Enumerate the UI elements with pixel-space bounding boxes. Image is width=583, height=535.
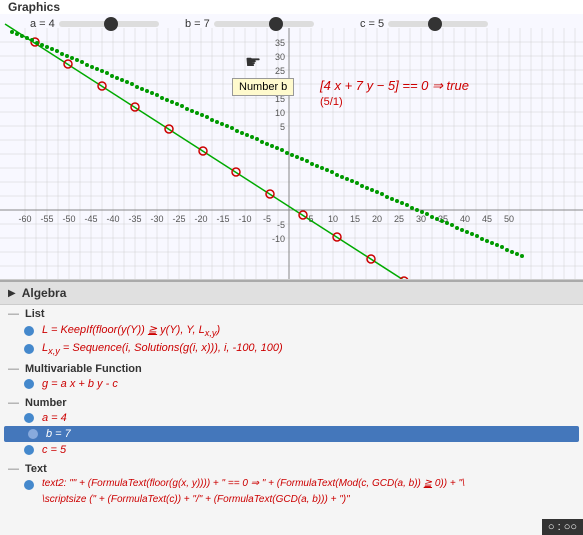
section-title-list: List: [25, 308, 45, 320]
svg-text:-25: -25: [172, 214, 185, 224]
expand-icon: ▶: [8, 288, 16, 299]
svg-text:30: 30: [275, 52, 285, 62]
section-title-number: Number: [25, 397, 67, 409]
svg-text:-15: -15: [216, 214, 229, 224]
svg-text:-10: -10: [238, 214, 251, 224]
section-dash-list: —: [8, 308, 19, 320]
svg-text:35: 35: [275, 38, 285, 48]
item-dot-mv-1: [24, 379, 34, 389]
slider-a-label: a = 4: [30, 18, 55, 30]
section-header-list: — List: [0, 307, 583, 321]
list-item-2[interactable]: Lx,y = Sequence(i, Solutions(g(i, x))), …: [0, 340, 583, 358]
item-dot-text-1: [24, 480, 34, 490]
svg-text:-40: -40: [106, 214, 119, 224]
text-item-1[interactable]: text2: "" + (FormulaText(floor(g(x, y)))…: [0, 476, 583, 492]
number-item-c[interactable]: c = 5: [0, 442, 583, 458]
svg-text:-60: -60: [18, 214, 31, 224]
svg-text:-55: -55: [40, 214, 53, 224]
svg-text:45: 45: [482, 214, 492, 224]
algebra-panel: ▶ Algebra — List L = KeepIf(floor(y(Y)) …: [0, 280, 583, 535]
list-item-1-text: L = KeepIf(floor(y(Y)) ≧ y(Y), Y, Lx,y): [42, 323, 220, 338]
item-dot-b: [28, 429, 38, 439]
text-item-2[interactable]: \scriptsize (" + (FormulaText(c)) + "/" …: [0, 492, 583, 507]
multivariable-item-1[interactable]: g = a x + b y - c: [0, 376, 583, 392]
item-dot-2: [24, 344, 34, 354]
number-item-b[interactable]: b = 7: [4, 426, 579, 442]
text-item-1-text: text2: "" + (FormulaText(floor(g(x, y)))…: [42, 478, 465, 489]
graphics-panel: Graphics: [0, 0, 583, 280]
svg-text:-10: -10: [272, 234, 285, 244]
svg-text:40: 40: [460, 214, 470, 224]
svg-text:-5: -5: [263, 214, 271, 224]
number-item-b-text: b = 7: [46, 428, 71, 440]
slider-c-track[interactable]: [388, 21, 488, 27]
svg-text:10: 10: [328, 214, 338, 224]
graphics-title: Graphics: [8, 0, 60, 14]
svg-text:10: 10: [275, 108, 285, 118]
svg-text:-45: -45: [84, 214, 97, 224]
slider-c-thumb[interactable]: [428, 17, 442, 31]
slider-b-label: b = 7: [185, 18, 210, 30]
number-item-c-text: c = 5: [42, 444, 66, 456]
slider-a-track[interactable]: [59, 21, 159, 27]
cursor-icon: ☛: [245, 52, 261, 73]
svg-text:-20: -20: [194, 214, 207, 224]
section-dash-number: —: [8, 397, 19, 409]
bottom-bar-text: ○ : ○○: [548, 521, 577, 533]
slider-b[interactable]: b = 7: [185, 18, 314, 30]
svg-text:30: 30: [416, 214, 426, 224]
svg-text:20: 20: [372, 214, 382, 224]
section-multivariable: — Multivariable Function g = a x + b y -…: [0, 360, 583, 394]
svg-text:25: 25: [275, 66, 285, 76]
tooltip: Number b: [232, 78, 294, 96]
svg-text:-5: -5: [277, 220, 285, 230]
svg-text:-50: -50: [62, 214, 75, 224]
svg-text:25: 25: [394, 214, 404, 224]
slider-b-track[interactable]: [214, 21, 314, 27]
item-dot-a: [24, 413, 34, 423]
section-header-multivariable: — Multivariable Function: [0, 362, 583, 376]
section-number: — Number a = 4 b = 7 c = 5: [0, 394, 583, 460]
section-title-text: Text: [25, 463, 47, 475]
algebra-title: Algebra: [22, 286, 67, 300]
slider-c[interactable]: c = 5: [360, 18, 488, 30]
slider-b-thumb[interactable]: [269, 17, 283, 31]
section-title-multivariable: Multivariable Function: [25, 363, 142, 375]
section-dash-text: —: [8, 463, 19, 475]
equation-sub: (5/1): [320, 96, 343, 108]
svg-text:15: 15: [350, 214, 360, 224]
equation-display: [4 x + 7 y − 5] == 0 ⇒ true: [320, 78, 469, 94]
number-item-a[interactable]: a = 4: [0, 410, 583, 426]
item-dot-1: [24, 326, 34, 336]
graph-svg: -60 -55 -50 -45 -40 -35 -30 -25 -20 -15 …: [0, 14, 583, 280]
multivariable-item-1-text: g = a x + b y - c: [42, 378, 118, 390]
section-header-number: — Number: [0, 396, 583, 410]
section-header-text: — Text: [0, 462, 583, 476]
slider-a-thumb[interactable]: [104, 17, 118, 31]
list-item-1[interactable]: L = KeepIf(floor(y(Y)) ≧ y(Y), Y, Lx,y): [0, 321, 583, 340]
number-item-a-text: a = 4: [42, 412, 67, 424]
section-text: — Text text2: "" + (FormulaText(floor(g(…: [0, 460, 583, 509]
bottom-bar: ○ : ○○: [542, 519, 583, 535]
svg-text:-35: -35: [128, 214, 141, 224]
list-item-2-text: Lx,y = Sequence(i, Solutions(g(i, x))), …: [42, 342, 283, 356]
item-dot-c: [24, 445, 34, 455]
section-dash-multivariable: —: [8, 363, 19, 375]
slider-c-label: c = 5: [360, 18, 384, 30]
algebra-header[interactable]: ▶ Algebra: [0, 282, 583, 305]
section-list: — List L = KeepIf(floor(y(Y)) ≧ y(Y), Y,…: [0, 305, 583, 360]
text-item-2-text: \scriptsize (" + (FormulaText(c)) + "/" …: [42, 494, 350, 505]
slider-a[interactable]: a = 4: [30, 18, 159, 30]
svg-text:5: 5: [280, 122, 285, 132]
svg-text:-30: -30: [150, 214, 163, 224]
svg-text:50: 50: [504, 214, 514, 224]
